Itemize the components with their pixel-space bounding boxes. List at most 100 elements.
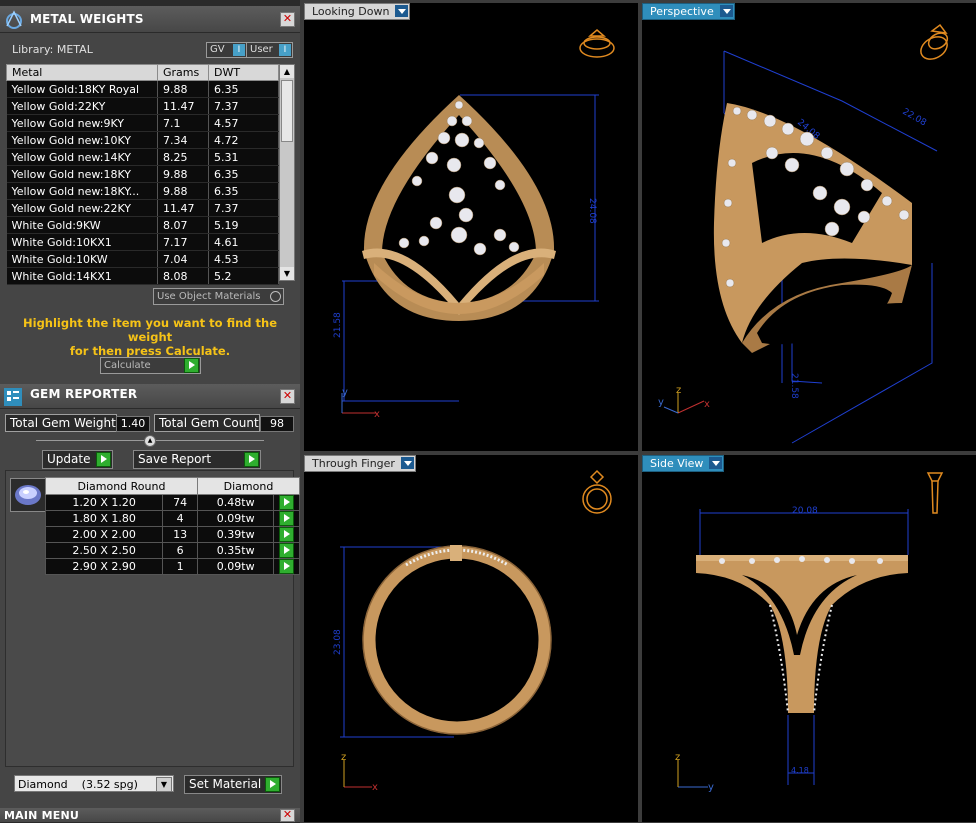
cell-count: 4 [162,510,198,527]
viewport-through-finger[interactable]: Through Finger 23.08 x z [304,455,638,822]
table-row[interactable]: White Gold:9KW 8.07 5.19 [6,216,279,234]
looking-down-render: 24.08 21.58 x y [333,29,615,420]
cell-dwt: 4.72 [208,131,279,149]
info-icon: I [279,44,291,56]
cell-grams: 11.47 [157,199,209,217]
row-action[interactable] [273,510,300,527]
table-row[interactable]: Yellow Gold new:9KY 7.1 4.57 [6,114,279,132]
viewport-side-view[interactable]: Side View 20.08 4.18 y z [642,455,976,822]
set-material-label: Set Material [189,777,262,791]
play-icon [244,452,259,467]
gem-thumbnail[interactable] [10,478,46,512]
table-row[interactable]: Yellow Gold new:18KY... 9.88 6.35 [6,182,279,200]
cell-metal: Yellow Gold new:10KY [6,131,158,149]
column-header-grams[interactable]: Grams [157,64,209,81]
cell-metal: White Gold:9KW [6,216,158,234]
cell-dwt: 4.53 [208,250,279,268]
viewport-perspective[interactable]: Perspective 22.08 24.08 21.58 x z y [642,3,976,451]
table-row[interactable]: 1.80 X 1.80 4 0.09tw [44,510,300,527]
row-action[interactable] [273,494,300,511]
user-toggle[interactable]: User I [246,42,293,58]
play-icon[interactable] [279,543,295,558]
set-material-button[interactable]: Set Material [184,775,282,794]
row-action[interactable] [273,526,300,543]
axis-indicator: x z y [658,385,710,414]
cell-size: 2.00 X 2.00 [44,526,164,543]
material-select-value: Diamond (3.52 spg) [18,778,138,791]
table-row[interactable]: White Gold:10KX1 7.17 4.61 [6,233,279,251]
cell-dwt: 6.35 [208,80,279,98]
cell-weight: 0.09tw [196,558,275,575]
cell-dwt: 6.35 [208,165,279,183]
cell-grams: 9.88 [157,182,209,200]
side-view-render: 20.08 4.18 y z [675,472,944,793]
metal-weights-titlebar: METAL WEIGHTS ✕ [0,6,300,33]
cell-grams: 8.08 [157,267,209,285]
table-row[interactable]: Yellow Gold:22KY 11.47 7.37 [6,97,279,115]
row-action[interactable] [273,542,300,559]
cell-weight: 0.48tw [196,494,275,511]
use-object-materials-toggle[interactable]: Use Object Materials [153,288,284,305]
cell-metal: Yellow Gold:18KY Royal [6,80,158,98]
save-report-button[interactable]: Save Report [133,450,261,469]
column-header-dwt[interactable]: DWT [208,64,279,81]
table-row[interactable]: White Gold:10KW 7.04 4.53 [6,250,279,268]
cell-grams: 8.25 [157,148,209,166]
gem-table: Diamond Round Diamond 1.20 X 1.20 74 0.48t… [44,477,301,575]
metal-table-scrollbar[interactable]: ▲ ▼ [279,64,295,281]
table-row[interactable]: Yellow Gold new:10KY 7.34 4.72 [6,131,279,149]
cell-dwt: 5.31 [208,148,279,166]
close-icon[interactable]: ✕ [280,389,295,404]
library-label: Library: METAL [12,43,93,56]
total-gem-count-value: 98 [260,416,294,432]
cell-grams: 7.1 [157,114,209,132]
play-icon[interactable] [279,527,295,542]
scroll-down-icon[interactable]: ▼ [280,267,294,280]
cell-metal: Yellow Gold new:9KY [6,114,158,132]
table-row[interactable]: White Gold:14KX1 8.08 5.2 [6,267,279,285]
ring-model [362,545,552,735]
play-icon[interactable] [279,511,295,526]
calculate-button[interactable]: Calculate [100,357,201,374]
table-row[interactable]: Yellow Gold new:22KY 11.47 7.37 [6,199,279,217]
table-row[interactable]: 2.90 X 2.90 1 0.09tw [44,558,300,575]
table-row[interactable]: 1.20 X 1.20 74 0.48tw [44,494,300,511]
dimension-top: 20.08 [792,506,818,516]
ring-view-icon [926,472,944,514]
info-icon: I [233,44,245,56]
axis-y-label: y [342,387,348,398]
table-row[interactable]: 2.50 X 2.50 6 0.35tw [44,542,300,559]
row-action[interactable] [273,558,300,575]
scroll-thumb[interactable] [281,80,293,142]
table-row[interactable]: Yellow Gold new:14KY 8.25 5.31 [6,148,279,166]
table-row[interactable]: Yellow Gold:18KY Royal 9.88 6.35 [6,80,279,98]
column-header-diamond: Diamond [196,477,301,495]
cell-grams: 7.17 [157,233,209,251]
cell-metal: White Gold:14KX1 [6,267,158,285]
scroll-up-icon[interactable]: ▲ [280,65,294,78]
gv-toggle[interactable]: GV I [206,42,247,58]
collapse-icon[interactable]: ▲ [144,435,156,447]
dimension-top: 22.08 [901,107,929,129]
ring-view-icon [582,469,612,514]
gem-reporter-titlebar: GEM REPORTER ✕ [0,384,300,409]
material-select[interactable]: Diamond (3.52 spg) ▼ [14,775,174,792]
cell-size: 1.20 X 1.20 [44,494,164,511]
play-icon[interactable] [279,495,295,510]
main-menu-titlebar: MAIN MENU ✕ [0,808,300,823]
table-row[interactable]: 2.00 X 2.00 13 0.39tw [44,526,300,543]
gv-label: GV [210,44,225,55]
column-header-metal[interactable]: Metal [6,64,158,81]
viewport-looking-down[interactable]: Looking Down 24.08 21.58 x y [304,3,638,451]
help-text: Highlight the item you want to find the … [0,316,300,358]
left-panel: METAL WEIGHTS ✕ Library: METAL GV I User… [0,0,301,823]
cell-weight: 0.09tw [196,510,275,527]
chevron-down-icon[interactable]: ▼ [156,777,172,792]
table-row[interactable]: Yellow Gold new:18KY 9.88 6.35 [6,165,279,183]
update-button[interactable]: Update [42,450,113,469]
close-icon[interactable]: ✕ [280,12,295,27]
total-gem-weight-value: 1.40 [116,416,150,432]
close-icon[interactable]: ✕ [280,809,295,822]
perspective-render: 22.08 24.08 21.58 x z y [658,23,949,444]
play-icon[interactable] [279,559,295,574]
